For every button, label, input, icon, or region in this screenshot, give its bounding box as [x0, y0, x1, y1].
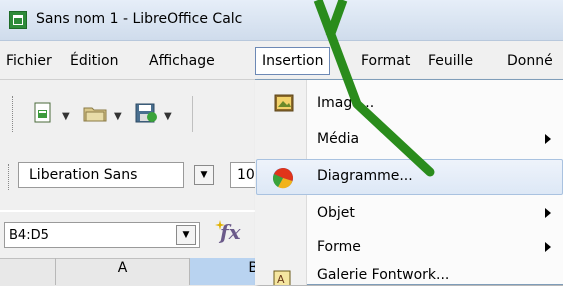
open-dropdown-icon[interactable]: ▼ — [114, 111, 122, 122]
save-dropdown-icon[interactable]: ▼ — [164, 111, 172, 122]
window-title: Sans nom 1 - LibreOffice Calc — [36, 11, 243, 27]
menu-edition[interactable]: Édition — [70, 53, 118, 69]
menu-item-image[interactable]: Image... — [256, 88, 563, 122]
open-folder-icon[interactable] — [82, 102, 108, 124]
menu-item-label: Forme — [317, 239, 361, 255]
font-name-dropdown-button[interactable]: ▼ — [194, 165, 214, 185]
menu-feuille[interactable]: Feuille — [428, 53, 473, 69]
menu-item-fontwork[interactable]: A Galerie Fontwork... — [256, 265, 563, 285]
svg-text:A: A — [277, 273, 285, 285]
toolbar-separator — [192, 96, 193, 132]
fontwork-icon: A — [273, 270, 291, 285]
toolbar-grip[interactable] — [8, 164, 13, 190]
image-icon — [274, 94, 294, 112]
name-box-dropdown-button[interactable]: ▼ — [176, 225, 196, 245]
title-bar: Sans nom 1 - LibreOffice Calc — [0, 0, 563, 41]
name-box[interactable]: B4:D5 — [4, 222, 200, 248]
menu-item-objet[interactable]: Objet — [256, 198, 563, 232]
calc-app-icon — [9, 11, 27, 29]
new-dropdown-icon[interactable]: ▼ — [62, 111, 70, 122]
menu-item-label: Objet — [317, 205, 355, 221]
menu-item-label: Galerie Fontwork... — [317, 267, 450, 283]
menu-insertion[interactable]: Insertion — [255, 47, 331, 75]
sparkle-icon — [215, 218, 225, 230]
menu-item-media[interactable]: Média — [256, 124, 563, 158]
toolbar-grip[interactable] — [12, 96, 17, 132]
submenu-arrow-icon — [545, 208, 551, 218]
submenu-arrow-icon — [545, 134, 551, 144]
menu-fichier[interactable]: Fichier — [6, 53, 52, 69]
font-name-field[interactable]: Liberation Sans — [18, 162, 184, 188]
menu-donnees[interactable]: Donné — [507, 53, 553, 69]
standard-toolbar: ▼ ▼ ▼ — [0, 80, 255, 160]
pie-chart-icon — [273, 168, 293, 189]
menu-item-forme[interactable]: Forme — [256, 232, 563, 266]
menu-item-label: Média — [317, 131, 360, 147]
menu-item-label: Diagramme... — [317, 168, 413, 184]
new-document-icon[interactable] — [32, 102, 54, 124]
save-icon[interactable] — [134, 102, 158, 124]
menu-item-diagramme[interactable]: Diagramme... — [256, 159, 563, 195]
menu-item-label: Image... — [317, 95, 375, 111]
menu-format[interactable]: Format — [361, 53, 410, 69]
column-header-a[interactable]: A — [55, 258, 190, 285]
menu-affichage[interactable]: Affichage — [149, 53, 215, 69]
submenu-arrow-icon — [545, 242, 551, 252]
column-header-b[interactable]: B — [190, 258, 260, 285]
menu-bar: Fichier Édition Affichage Insertion Form… — [0, 41, 563, 80]
